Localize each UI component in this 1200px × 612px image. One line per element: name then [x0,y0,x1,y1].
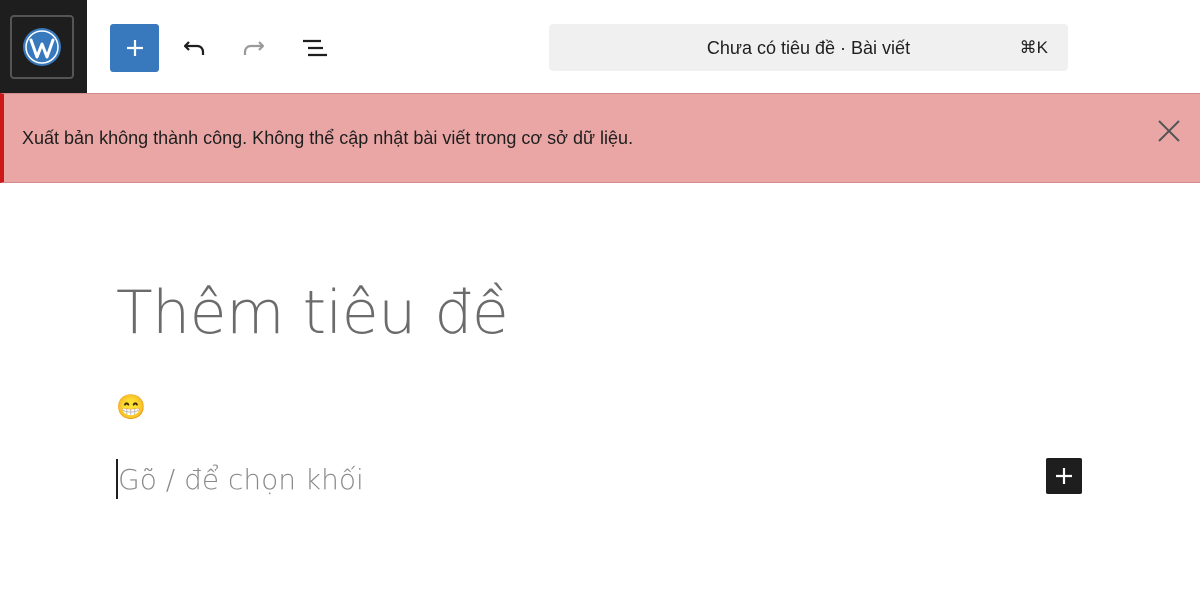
wordpress-logo-button[interactable] [0,0,87,93]
paragraph-block-emoji[interactable]: 😁 [116,393,146,423]
redo-button[interactable] [236,30,272,66]
undo-icon [183,41,205,55]
close-icon [1158,120,1180,142]
error-notice: Xuất bản không thành công. Không thể cập… [0,93,1200,183]
notice-message: Xuất bản không thành công. Không thể cập… [22,128,634,148]
post-title-input[interactable]: Thêm tiêu đề [116,278,509,348]
empty-paragraph-block[interactable]: Gõ / để chọn khối [116,459,364,499]
plus-icon [126,40,143,56]
document-title: Chưa có tiêu đề · Bài viết [706,38,911,58]
block-placeholder-text: Gõ / để chọn khối [118,462,364,496]
editor-header: Chưa có tiêu đề · Bài viết ⌘K [0,0,1200,93]
dismiss-notice-button[interactable] [1154,116,1184,146]
command-palette-bar[interactable]: Chưa có tiêu đề · Bài viết ⌘K [549,24,1068,71]
add-block-button[interactable] [110,24,159,72]
shortcut-hint: ⌘K [1019,38,1048,57]
editor-canvas: Thêm tiêu đề 😁 Gõ / để chọn khối [0,183,1200,612]
document-overview-button[interactable] [296,30,332,66]
list-view-icon [303,39,327,57]
plus-icon [1056,468,1072,484]
undo-button[interactable] [176,30,212,66]
redo-icon [243,41,265,55]
block-inserter-button[interactable] [1046,458,1082,494]
wordpress-logo-icon [10,15,74,79]
